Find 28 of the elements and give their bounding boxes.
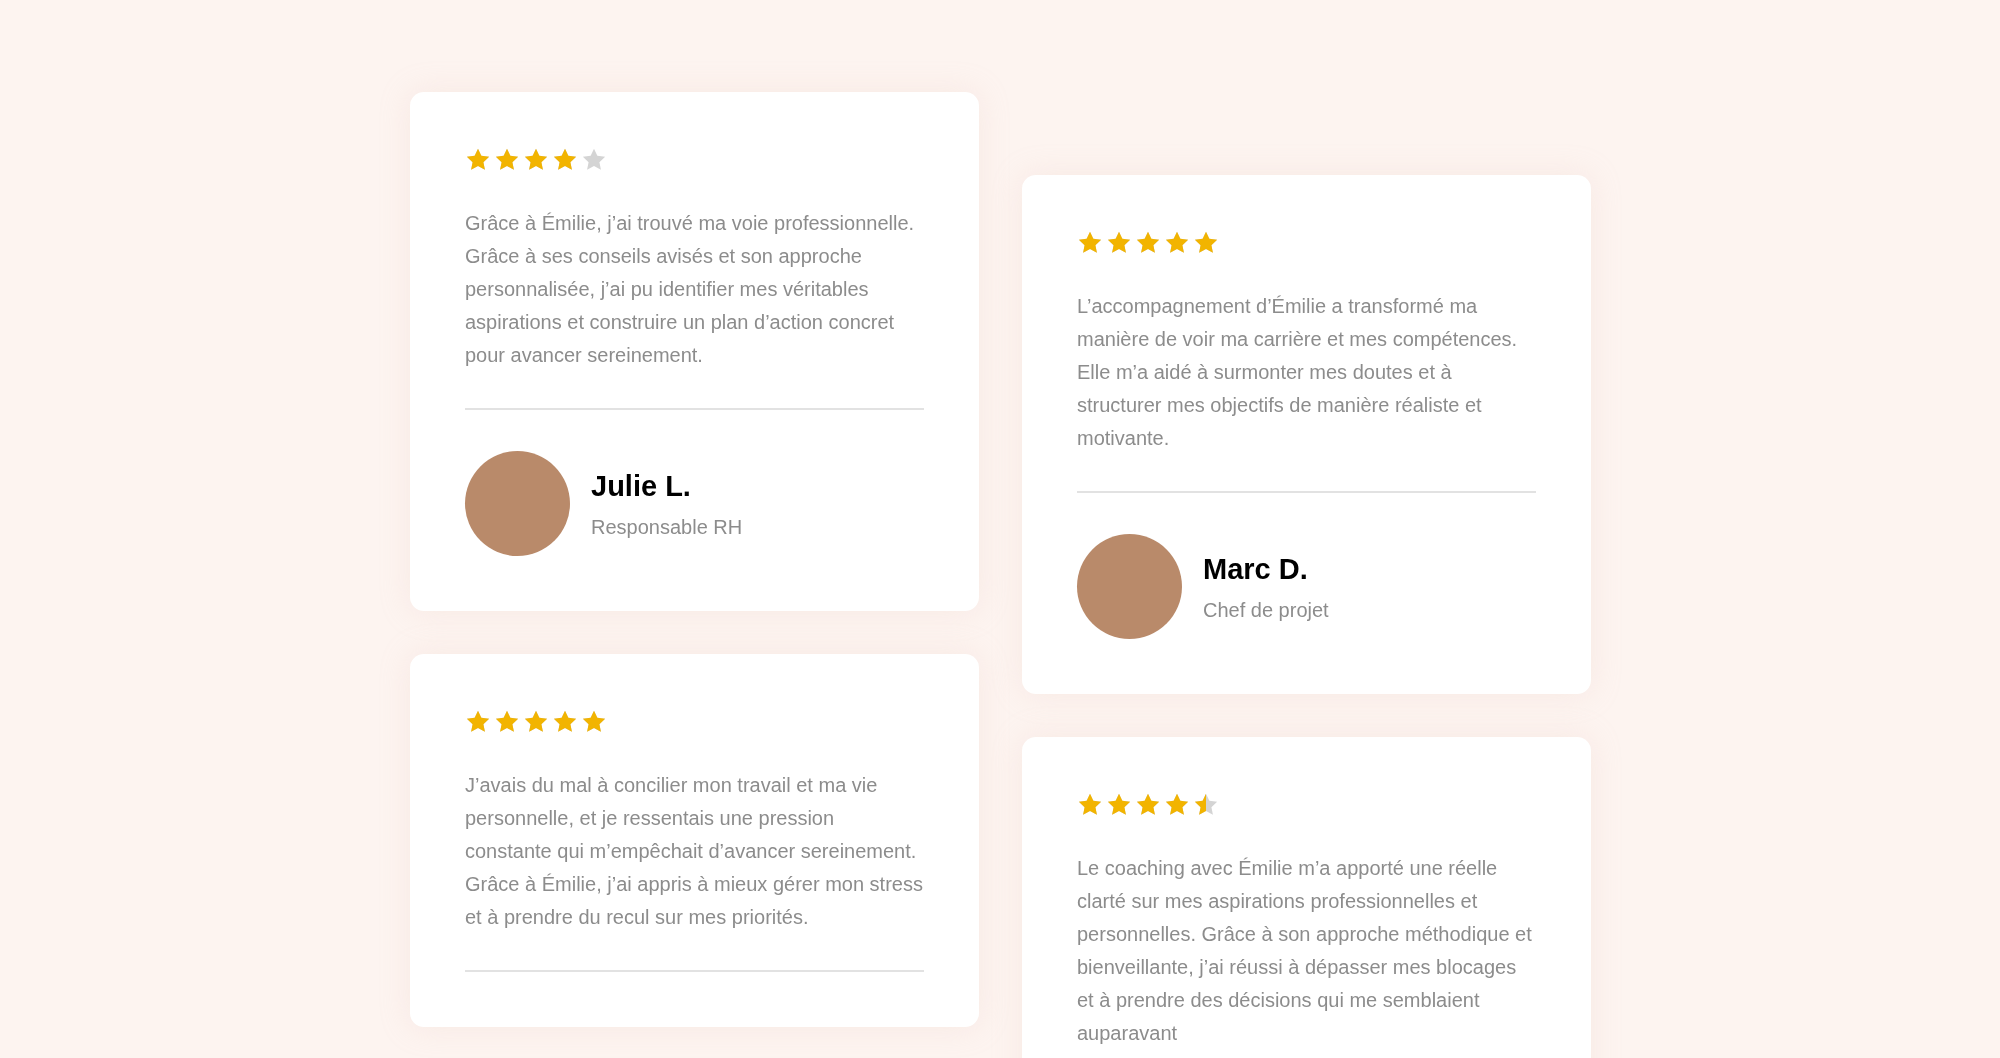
star-icon bbox=[1077, 230, 1103, 256]
author-role: Chef de projet bbox=[1203, 598, 1329, 624]
star-icon bbox=[494, 709, 520, 735]
star-icon bbox=[552, 147, 578, 173]
star-icon bbox=[1193, 230, 1219, 256]
testimonial-text: Le coaching avec Émilie m’a apporté une réelle clarté sur mes aspirations professionnelles et personnelles. Grâce à son approche méthodique et bienveillante, j’ai réussi à dépasser mes blocages et à prendre des décisions qui me semblaient auparavant bbox=[1077, 856, 1533, 1046]
testimonial-text: J’avais du mal à concilier mon travail et ma vie personnelle, et je ressentais une pression constante qui m’empêchait d’avancer sereinement. Grâce à Émilie, j’ai appris à mieux gérer mon stress et à prendre du recul sur mes priorités. bbox=[465, 773, 924, 930]
testimonial-text: Grâce à Émilie, j’ai trouvé ma voie professionnelle. Grâce à ses conseils avisés et son approche personnalisée, j’ai pu identifier mes véritables aspirations et construire un plan d’action concret pour avancer sereinement. bbox=[465, 211, 916, 368]
star-icon bbox=[1106, 230, 1132, 256]
star-icon bbox=[552, 709, 578, 735]
star-icon bbox=[1077, 792, 1103, 818]
star-icon bbox=[494, 147, 520, 173]
star-icon bbox=[1135, 230, 1161, 256]
star-icon bbox=[581, 147, 607, 173]
star-icon bbox=[1164, 792, 1190, 818]
star-icon bbox=[523, 709, 549, 735]
star-icon bbox=[1106, 792, 1132, 818]
star-icon bbox=[1135, 792, 1161, 818]
star-icon bbox=[465, 709, 491, 735]
star-icon bbox=[581, 709, 607, 735]
star-icon bbox=[523, 147, 549, 173]
star-icon bbox=[465, 147, 491, 173]
author-name: Julie L. bbox=[591, 468, 692, 504]
star-icon bbox=[1164, 230, 1190, 256]
author-name: Marc D. bbox=[1203, 551, 1309, 587]
author-role: Responsable RH bbox=[591, 515, 743, 541]
testimonial-text: L’accompagnement d’Émilie a transformé ma manière de voir ma carrière et mes compétences. Elle m’a aidé à surmonter mes doutes et à structurer mes objectifs de manière réaliste et motivante. bbox=[1077, 294, 1519, 451]
star-icon bbox=[1193, 792, 1219, 818]
